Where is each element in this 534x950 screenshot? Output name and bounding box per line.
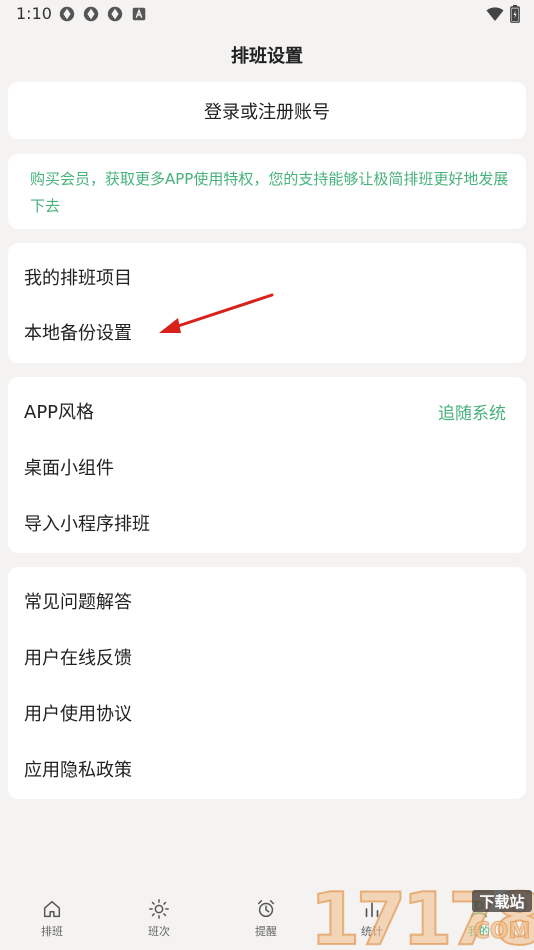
sun-icon — [149, 899, 169, 919]
menu-item-label: 桌面小组件 — [24, 458, 114, 479]
menu-item-app-style[interactable]: APP风格 追随系统 — [8, 383, 526, 439]
vip-promo-card[interactable]: 购买会员，获取更多APP使用特权，您的支持能够让极简排班更好地发展下去 — [8, 154, 526, 229]
menu-item-label: 用户使用协议 — [24, 704, 132, 725]
nav-label: 排班 — [41, 925, 63, 938]
system-icons — [486, 5, 520, 23]
wifi-icon — [486, 7, 504, 21]
nav-tab-reminder[interactable]: 提醒 — [236, 898, 296, 939]
menu-item-user-agreement[interactable]: 用户使用协议 — [8, 685, 526, 741]
menu-group-help: 常见问题解答 用户在线反馈 用户使用协议 应用隐私政策 — [8, 567, 526, 799]
menu-item-label: 我的排班项目 — [24, 268, 132, 289]
app-style-value: 追随系统 — [438, 403, 506, 424]
menu-item-label: 常见问题解答 — [24, 592, 132, 613]
battery-icon — [510, 5, 520, 23]
alarm-icon — [257, 900, 275, 918]
menu-item-desktop-widget[interactable]: 桌面小组件 — [8, 439, 526, 495]
status-bar: 1:10 — [0, 0, 534, 30]
menu-item-label: 应用隐私政策 — [24, 760, 132, 781]
nav-label: 提醒 — [255, 925, 277, 938]
page-title: 排班设置 — [231, 46, 303, 67]
watermark-logo: 17178 下载站 COM — [309, 878, 534, 950]
login-register-label: 登录或注册账号 — [204, 101, 330, 123]
menu-item-import-miniprogram[interactable]: 导入小程序排班 — [8, 495, 526, 551]
menu-item-privacy-policy[interactable]: 应用隐私政策 — [8, 741, 526, 797]
home-icon — [43, 900, 61, 918]
nav-tab-schedule[interactable]: 排班 — [22, 898, 82, 939]
menu-item-label: 导入小程序排班 — [24, 514, 150, 535]
watermark-domain: COM — [474, 919, 531, 944]
notification-app-icon — [59, 6, 75, 22]
vip-promo-text: 购买会员，获取更多APP使用特权，您的支持能够让极简排班更好地发展下去 — [30, 170, 509, 215]
notification-app-icon — [107, 6, 123, 22]
notification-icons — [58, 5, 148, 23]
menu-group-app: APP风格 追随系统 桌面小组件 导入小程序排班 — [8, 377, 526, 553]
annotation-arrow — [159, 293, 274, 333]
nav-tab-shifts[interactable]: 班次 — [129, 898, 189, 939]
menu-item-label: 本地备份设置 — [24, 323, 132, 344]
menu-item-feedback[interactable]: 用户在线反馈 — [8, 629, 526, 685]
notification-app-icon — [83, 6, 99, 22]
keyboard-a-icon — [132, 7, 146, 21]
status-time: 1:10 — [16, 4, 52, 23]
menu-item-label: 用户在线反馈 — [24, 648, 132, 669]
menu-item-faq[interactable]: 常见问题解答 — [8, 573, 526, 629]
menu-item-label: APP风格 — [24, 402, 95, 423]
nav-label: 班次 — [148, 925, 170, 938]
login-register-button[interactable]: 登录或注册账号 — [8, 82, 526, 139]
watermark-text: 下载站 — [479, 893, 524, 911]
